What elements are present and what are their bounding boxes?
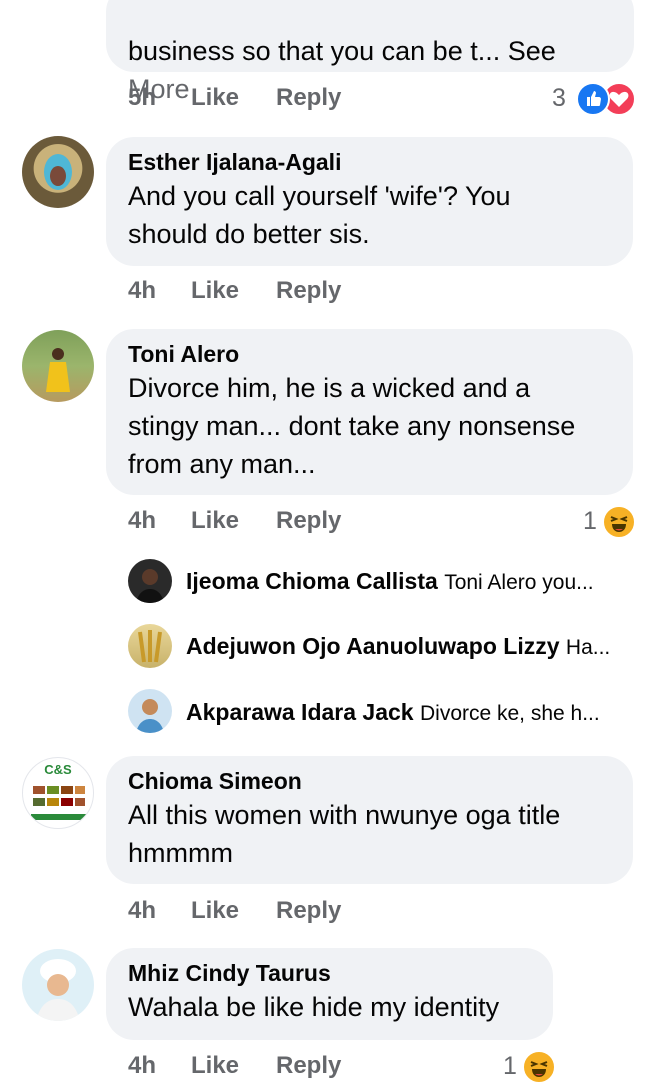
comment-bubble[interactable]: Mhiz Cindy Taurus Wahala be like hide my…: [106, 948, 553, 1040]
comment-text: And you call yourself 'wife'? You should…: [128, 181, 511, 249]
reply-button[interactable]: Reply: [276, 277, 341, 305]
avatar-figure: [46, 348, 70, 392]
reply-avatar[interactable]: [128, 624, 172, 668]
comment-text: All this women with nwunye oga title hmm…: [128, 800, 561, 868]
comment-author[interactable]: Mhiz Cindy Taurus: [128, 958, 531, 988]
like-button[interactable]: Like: [191, 277, 239, 305]
comment-text-line: business so that you can be t... See: [128, 36, 556, 66]
avatar[interactable]: [22, 136, 94, 208]
reply-preview[interactable]: Ijeoma Chioma Callista Toni Alero you...: [186, 568, 594, 595]
reaction-count[interactable]: 1: [583, 507, 597, 536]
avatar-food-grid: [31, 786, 87, 820]
haha-reaction-icon: [602, 505, 636, 539]
avatar[interactable]: [22, 330, 94, 402]
reply-button[interactable]: Reply: [276, 507, 341, 535]
comment-time: 4h: [128, 277, 157, 304]
comment-bubble[interactable]: Chioma Simeon All this women with nwunye…: [106, 756, 633, 884]
like-button[interactable]: Like: [191, 507, 239, 535]
avatar-figure: [44, 154, 72, 190]
reaction-count[interactable]: 3: [552, 84, 566, 113]
avatar-figure: [138, 630, 162, 663]
comment-time: 4h: [128, 897, 157, 924]
reply-text: Divorce ke, she h...: [419, 702, 600, 725]
like-reaction-icon: [576, 82, 610, 116]
comment-time: 5h: [128, 84, 157, 111]
comment-text: Wahala be like hide my identity: [128, 992, 500, 1022]
comment-time: 4h: [128, 507, 157, 534]
like-button[interactable]: Like: [191, 84, 239, 112]
reply-button[interactable]: Reply: [276, 84, 341, 112]
avatar-figure: [136, 699, 164, 733]
like-button[interactable]: Like: [191, 897, 239, 925]
reply-author[interactable]: Akparawa Idara Jack: [186, 699, 414, 725]
reply-avatar[interactable]: [128, 559, 172, 603]
comment-actions: 4h Like Reply: [128, 507, 528, 543]
comment-bubble[interactable]: Toni Alero Divorce him, he is a wicked a…: [106, 329, 633, 495]
reply-preview[interactable]: Adejuwon Ojo Aanuoluwapo Lizzy Ha...: [186, 633, 610, 660]
like-button[interactable]: Like: [191, 1052, 239, 1080]
comment-text: Divorce him, he is a wicked and a stingy…: [128, 373, 576, 479]
comment-author[interactable]: Chioma Simeon: [128, 766, 611, 796]
comment-actions: 4h Like Reply: [128, 897, 528, 933]
reply-text: Toni Alero you...: [444, 571, 594, 594]
reply-author[interactable]: Ijeoma Chioma Callista: [186, 568, 438, 594]
comment-author[interactable]: Esther Ijalana-Agali: [128, 147, 611, 177]
reply-author[interactable]: Adejuwon Ojo Aanuoluwapo Lizzy: [186, 633, 560, 659]
comment-bubble[interactable]: business so that you can be t... See Mor…: [106, 0, 634, 104]
comment-time: 4h: [128, 1052, 157, 1079]
reply-text: Ha...: [565, 636, 611, 659]
reply-avatar[interactable]: [128, 689, 172, 733]
reaction-count[interactable]: 1: [503, 1052, 517, 1081]
comment-author[interactable]: Toni Alero: [128, 339, 611, 369]
avatar[interactable]: C&S: [22, 757, 94, 829]
comment-actions: 4h Like Reply: [128, 277, 528, 313]
haha-reaction-icon: [522, 1050, 556, 1084]
reply-preview[interactable]: Akparawa Idara Jack Divorce ke, she h...: [186, 699, 600, 726]
comment-text: business so that you can be t... See: [128, 0, 612, 70]
reply-button[interactable]: Reply: [276, 1052, 341, 1080]
reply-button[interactable]: Reply: [276, 897, 341, 925]
comment-actions: 4h Like Reply: [128, 1052, 528, 1088]
avatar[interactable]: [22, 949, 94, 1021]
avatar-figure: [136, 569, 164, 603]
comment-bubble[interactable]: Esther Ijalana-Agali And you call yourse…: [106, 137, 633, 266]
avatar-figure: [36, 959, 80, 1021]
